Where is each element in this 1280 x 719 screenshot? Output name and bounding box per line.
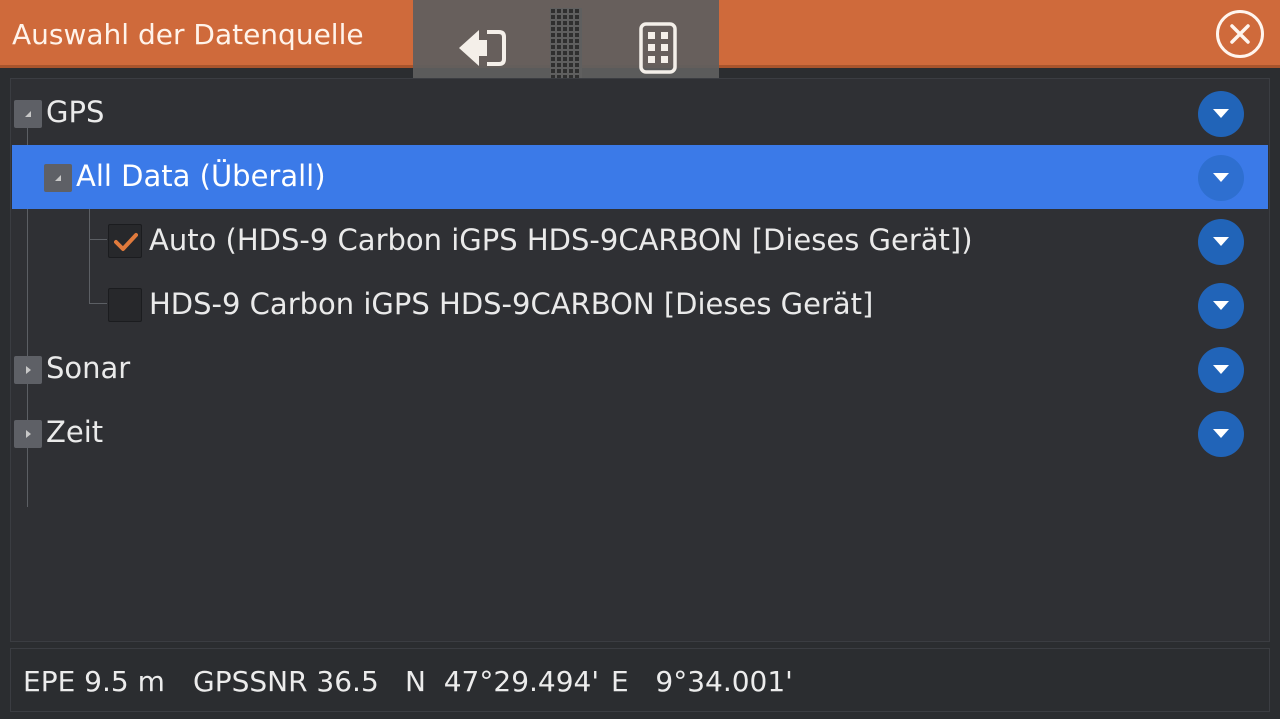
tree-row-label: Zeit: [46, 415, 104, 449]
row-dropdown-button[interactable]: [1198, 283, 1244, 329]
data-source-tree: GPS All Data (Überall) Auto (HDS-9 Carbo…: [10, 78, 1270, 642]
checkmark-icon: [114, 233, 138, 251]
latitude-readout: N 47°29.494': [405, 665, 600, 698]
source-checkbox[interactable]: [108, 224, 142, 258]
close-button[interactable]: [1216, 10, 1264, 58]
tree-row-sonar[interactable]: Sonar: [12, 337, 1268, 401]
tree-row-label: Auto (HDS-9 Carbon iGPS HDS-9CARBON [Die…: [149, 223, 973, 257]
tree-row-zeit[interactable]: Zeit: [12, 401, 1268, 465]
row-dropdown-button[interactable]: [1198, 91, 1244, 137]
tree-row-label: HDS-9 Carbon iGPS HDS-9CARBON [Dieses Ge…: [149, 287, 874, 321]
chevron-down-icon: [1213, 301, 1229, 310]
gpssnr-readout: GPSSNR 36.5: [193, 665, 379, 698]
expand-toggle[interactable]: [14, 420, 42, 448]
row-dropdown-button[interactable]: [1198, 411, 1244, 457]
tree-row-all-data[interactable]: All Data (Überall): [12, 145, 1268, 209]
source-checkbox[interactable]: [108, 288, 142, 322]
longitude-readout: E 9°34.001': [611, 665, 793, 698]
epe-readout: EPE 9.5 m: [23, 665, 165, 698]
grip-icon[interactable]: [550, 8, 582, 88]
dialog-title: Auswahl der Datenquelle: [12, 18, 364, 51]
close-icon: [1230, 24, 1250, 44]
tree-row-device[interactable]: HDS-9 Carbon iGPS HDS-9CARBON [Dieses Ge…: [12, 273, 1268, 337]
expand-triangle-icon: [26, 430, 31, 438]
collapse-triangle-icon: [25, 111, 31, 117]
expand-toggle[interactable]: [14, 356, 42, 384]
expand-toggle[interactable]: [14, 100, 42, 128]
tree-row-label: All Data (Überall): [76, 159, 326, 193]
row-dropdown-button[interactable]: [1198, 219, 1244, 265]
back-arrow-icon[interactable]: [457, 26, 507, 70]
chevron-down-icon: [1213, 173, 1229, 182]
chevron-down-icon: [1213, 429, 1229, 438]
row-dropdown-button[interactable]: [1198, 155, 1244, 201]
expand-triangle-icon: [26, 366, 31, 374]
expand-toggle[interactable]: [44, 164, 72, 192]
chevron-down-icon: [1213, 365, 1229, 374]
tree-row-gps[interactable]: GPS: [12, 81, 1268, 145]
tree-row-label: GPS: [46, 95, 105, 129]
chevron-down-icon: [1213, 109, 1229, 118]
tree-row-label: Sonar: [46, 351, 131, 385]
status-bar: EPE 9.5 m GPSSNR 36.5 N 47°29.494' E 9°3…: [10, 648, 1270, 712]
keypad-icon[interactable]: [639, 22, 677, 74]
chevron-down-icon: [1213, 237, 1229, 246]
tree-row-auto[interactable]: Auto (HDS-9 Carbon iGPS HDS-9CARBON [Die…: [12, 209, 1268, 273]
collapse-triangle-icon: [55, 175, 61, 181]
row-dropdown-button[interactable]: [1198, 347, 1244, 393]
